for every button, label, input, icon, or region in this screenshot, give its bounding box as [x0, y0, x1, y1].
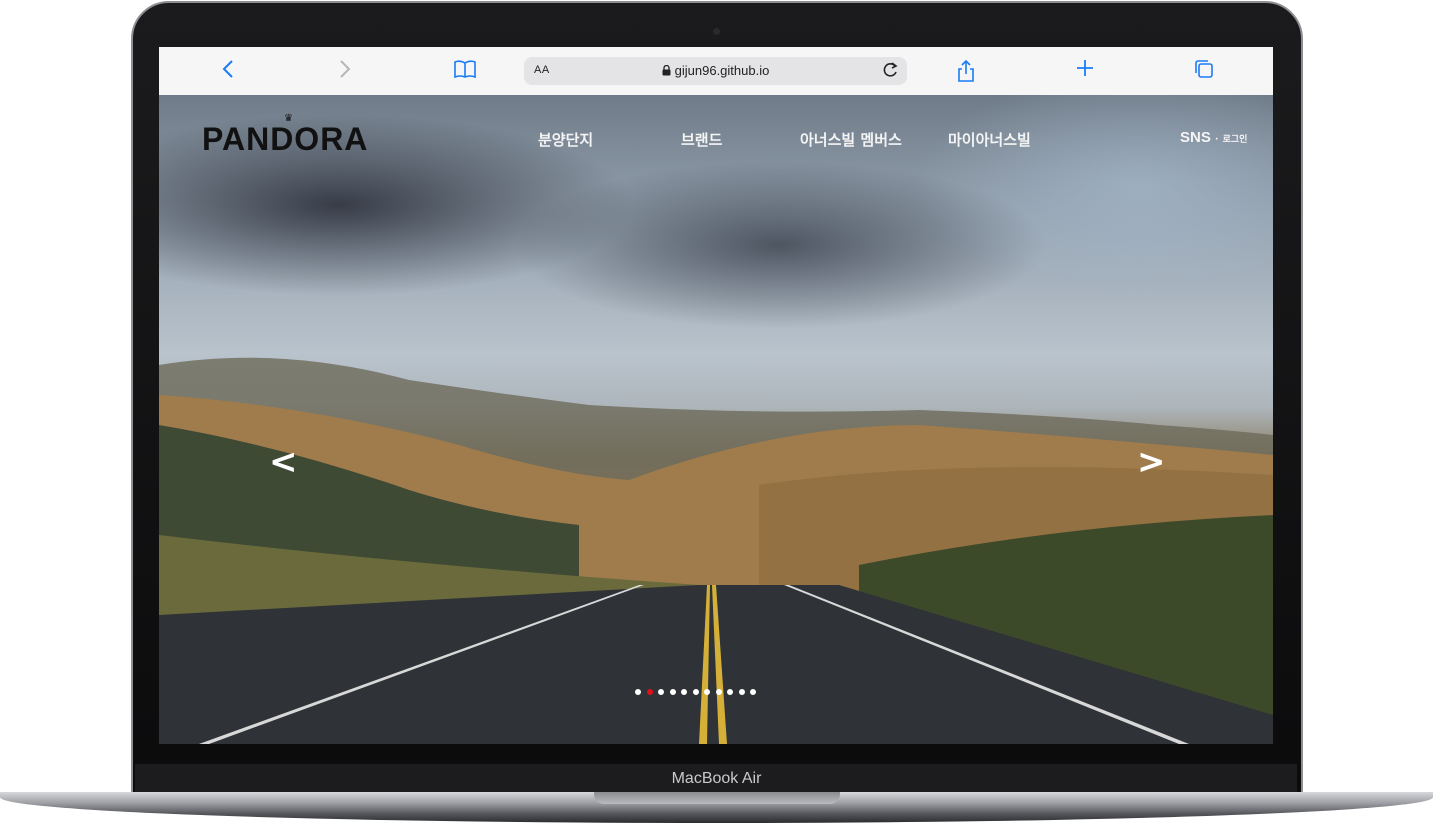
model-label: MacBook Air [671, 770, 762, 787]
chevron-left-icon [222, 60, 233, 78]
tabs-button[interactable] [1189, 59, 1219, 83]
hero-slide-image [159, 95, 1273, 744]
browser-toolbar: AA gijun96.github.io [159, 47, 1273, 96]
separator: · [1215, 135, 1219, 145]
landscape-illustration [159, 357, 1273, 744]
back-button[interactable] [213, 59, 243, 83]
slider-dot[interactable] [727, 689, 733, 695]
tabs-icon [1195, 60, 1213, 78]
slider-next-button[interactable]: > [1137, 442, 1166, 482]
address-bar[interactable]: AA gijun96.github.io [524, 57, 907, 85]
slider-dot[interactable] [692, 689, 699, 695]
share-icon [958, 59, 974, 82]
crown-icon: ♛ [284, 113, 293, 124]
slider-dot[interactable] [669, 689, 676, 695]
url-text: gijun96.github.io [674, 63, 770, 78]
camera-icon [713, 28, 720, 35]
slider-dot[interactable] [635, 689, 641, 695]
slider-dot[interactable] [738, 689, 745, 695]
slider-dot[interactable] [750, 689, 756, 695]
book-icon [454, 60, 476, 79]
laptop-notch [594, 792, 840, 804]
login-link[interactable]: 로그인 [1223, 135, 1248, 145]
screen: AA gijun96.github.io PANDORA ♛ 분양단지 브랜드 … [159, 47, 1273, 744]
reload-icon[interactable] [881, 60, 899, 80]
nav-item-brand[interactable]: 브랜드 [681, 129, 722, 150]
forward-button[interactable] [330, 59, 360, 83]
slider-dot[interactable] [658, 689, 664, 695]
nav-item-complex[interactable]: 분양단지 [538, 129, 593, 150]
sns-link[interactable]: SNS [1180, 129, 1211, 146]
slider-dot[interactable] [646, 689, 653, 695]
slider-prev-button[interactable]: < [269, 442, 298, 482]
nav-item-my-page[interactable]: 마이아너스빌 [948, 129, 1031, 150]
slider-dot[interactable] [715, 689, 722, 695]
nav-item-members[interactable]: 아너스빌 멤버스 [800, 129, 902, 150]
chevron-right-icon [340, 60, 351, 78]
sns-login-links: SNS · 로그인 [1180, 129, 1247, 146]
site-logo[interactable]: PANDORA [202, 121, 368, 158]
slider-dot[interactable] [704, 689, 710, 695]
lock-icon [662, 65, 671, 76]
slider-dot[interactable] [681, 689, 687, 695]
new-tab-button[interactable] [1070, 59, 1100, 83]
plus-icon [1077, 60, 1093, 76]
share-button[interactable] [951, 59, 981, 83]
slider-pagination [635, 689, 756, 699]
bookmarks-button[interactable] [450, 59, 480, 83]
